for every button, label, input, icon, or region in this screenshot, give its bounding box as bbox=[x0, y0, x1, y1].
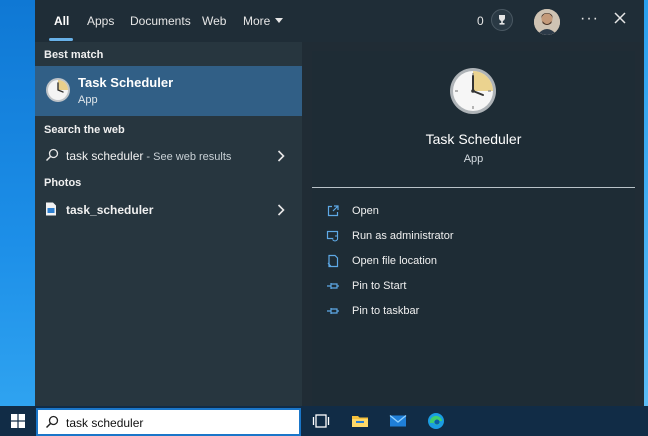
search-web-heading: Search the web bbox=[44, 124, 125, 136]
clock-icon bbox=[450, 68, 496, 114]
divider bbox=[312, 187, 635, 188]
tab-apps[interactable]: Apps bbox=[87, 14, 114, 28]
open-file-location-action[interactable]: Open file location bbox=[326, 252, 626, 272]
tab-more-label: More bbox=[243, 14, 271, 28]
edge-icon[interactable] bbox=[427, 412, 445, 430]
chevron-right-icon bbox=[277, 204, 285, 216]
open-action[interactable]: Open bbox=[326, 202, 626, 222]
task-view-icon[interactable] bbox=[312, 412, 330, 430]
pin-icon bbox=[327, 283, 339, 289]
desktop-wallpaper-left bbox=[0, 0, 35, 406]
shield-icon bbox=[326, 230, 339, 242]
rewards-points: 0 bbox=[477, 14, 484, 28]
trophy-icon[interactable] bbox=[491, 9, 513, 31]
taskbar: task scheduler bbox=[0, 406, 648, 436]
photo-result[interactable]: task_scheduler bbox=[35, 197, 302, 223]
detail-subtitle: App bbox=[463, 153, 484, 165]
tab-all[interactable]: All bbox=[54, 14, 69, 28]
active-tab-indicator bbox=[49, 38, 73, 41]
search-tabs-bar: All Apps Documents Web More 0 ··· bbox=[35, 0, 644, 42]
open-file-location-label: Open file location bbox=[352, 255, 437, 267]
file-explorer-icon[interactable] bbox=[351, 412, 369, 430]
mail-icon[interactable] bbox=[389, 412, 407, 430]
detail-panel: Task Scheduler App Open Run as administr… bbox=[312, 51, 635, 406]
tab-web[interactable]: Web bbox=[202, 14, 226, 28]
detail-title: Task Scheduler bbox=[425, 131, 522, 147]
taskbar-search-box[interactable]: task scheduler bbox=[36, 408, 301, 436]
search-icon bbox=[45, 415, 59, 429]
best-match-heading: Best match bbox=[44, 49, 104, 61]
best-match-subtitle: App bbox=[78, 94, 98, 106]
run-as-admin-label: Run as administrator bbox=[352, 230, 454, 242]
chevron-down-icon bbox=[275, 18, 284, 23]
web-search-query: task scheduler bbox=[66, 149, 144, 163]
close-icon[interactable] bbox=[613, 11, 627, 25]
pin-to-taskbar-action[interactable]: Pin to taskbar bbox=[326, 302, 626, 322]
web-search-result[interactable]: task scheduler - See web results bbox=[35, 143, 302, 169]
open-icon bbox=[327, 205, 339, 217]
results-panel: Best match Task Scheduler App Search the… bbox=[35, 42, 302, 406]
photos-heading: Photos bbox=[44, 177, 82, 189]
search-window: All Apps Documents Web More 0 ··· Best m… bbox=[35, 0, 644, 406]
pin-to-start-label: Pin to Start bbox=[352, 280, 407, 292]
ellipsis-icon[interactable]: ··· bbox=[580, 10, 599, 28]
tab-more[interactable]: More bbox=[243, 14, 284, 28]
image-file-icon bbox=[46, 202, 56, 216]
run-as-admin-action[interactable]: Run as administrator bbox=[326, 227, 626, 247]
pin-icon bbox=[327, 308, 339, 314]
user-avatar[interactable] bbox=[534, 9, 560, 35]
search-icon bbox=[45, 148, 59, 162]
open-label: Open bbox=[352, 205, 379, 217]
pin-to-taskbar-label: Pin to taskbar bbox=[352, 305, 420, 317]
file-location-icon bbox=[327, 254, 339, 268]
desktop-wallpaper-right bbox=[644, 0, 648, 406]
chevron-right-icon bbox=[277, 150, 285, 162]
tab-documents[interactable]: Documents bbox=[130, 14, 191, 28]
clock-icon bbox=[46, 78, 70, 102]
search-input[interactable]: task scheduler bbox=[66, 416, 143, 430]
photo-result-name: task_scheduler bbox=[66, 203, 154, 217]
pin-to-start-action[interactable]: Pin to Start bbox=[326, 277, 626, 297]
windows-start-icon[interactable] bbox=[11, 414, 25, 428]
web-search-suffix: - See web results bbox=[143, 151, 232, 163]
best-match-title: Task Scheduler bbox=[78, 75, 174, 90]
best-match-result[interactable]: Task Scheduler App bbox=[35, 66, 302, 116]
